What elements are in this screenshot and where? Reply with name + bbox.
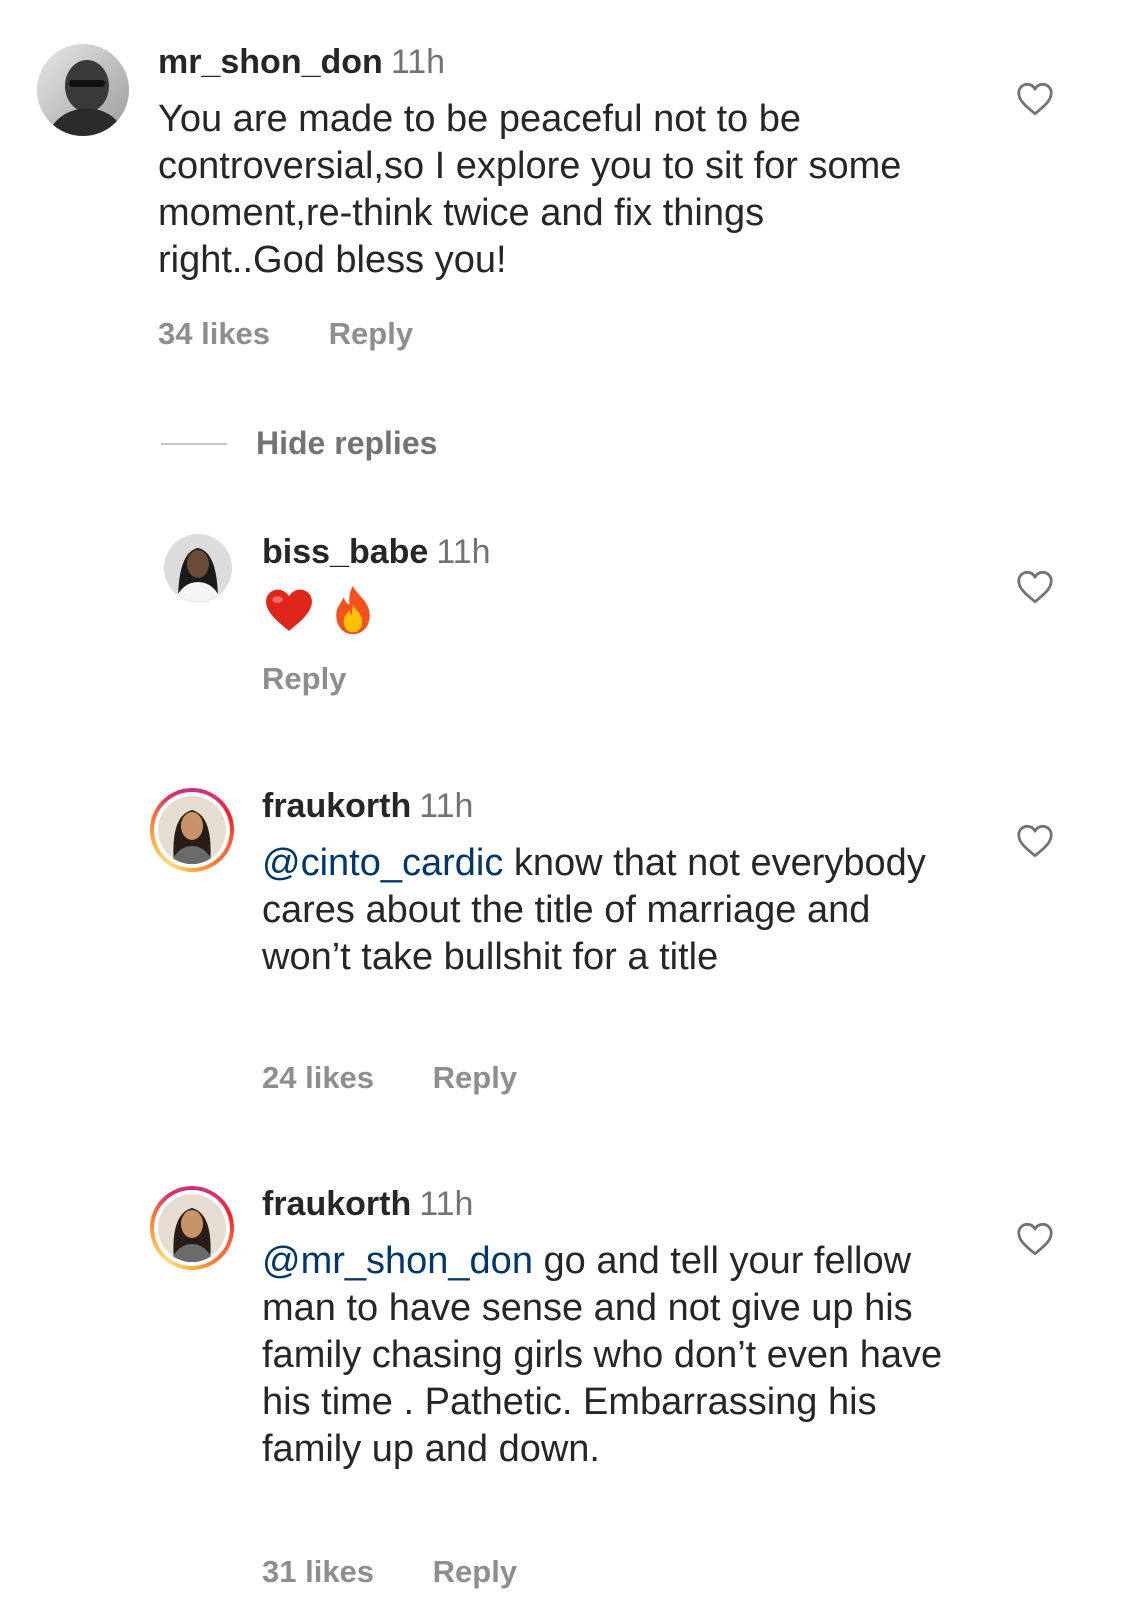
reply-button[interactable]: Reply [433,1060,517,1096]
avatar[interactable] [158,1194,226,1262]
comment-header: fraukorth 11h [262,1184,473,1224]
comment-text: @cinto_cardic know that not everybody ca… [262,840,962,981]
emoji-row [264,584,376,638]
username[interactable]: biss_babe [262,533,428,571]
comment-meta: Reply [262,661,346,697]
avatar[interactable] [158,796,226,864]
reply-button[interactable]: Reply [329,316,413,352]
red-heart-icon [266,589,312,631]
divider [161,443,227,445]
like-count[interactable]: 34 likes [158,316,270,352]
heart-outline-icon[interactable] [1016,1222,1054,1256]
comment-header: fraukorth 11h [262,786,473,826]
hide-replies-button[interactable]: Hide replies [256,424,437,462]
heart-outline-icon[interactable] [1016,570,1054,604]
username[interactable]: fraukorth [262,787,411,825]
mention-link[interactable]: @cinto_cardic [262,842,503,884]
reply-button[interactable]: Reply [262,661,346,697]
username[interactable]: fraukorth [262,1185,411,1223]
fire-icon [336,585,371,635]
reply-button[interactable]: Reply [433,1554,517,1590]
heart-outline-icon[interactable] [1016,82,1054,116]
comment-text: @mr_shon_don go and tell your fellow man… [262,1238,962,1473]
comment-meta: 34 likes Reply [158,316,413,352]
timestamp: 11h [419,787,474,825]
comment-text: You are made to be peaceful not to be co… [158,98,902,281]
timestamp: 11h [419,1185,474,1223]
like-count[interactable]: 31 likes [262,1554,374,1590]
story-ring[interactable] [150,788,234,872]
heart-outline-icon[interactable] [1016,824,1054,858]
comment-header: mr_shon_don 11h [158,42,445,82]
avatar[interactable] [37,44,129,136]
timestamp: 11h [390,43,446,81]
comment-header: biss_babe 11h [262,532,491,572]
story-ring[interactable] [150,1186,234,1270]
like-count[interactable]: 24 likes [262,1060,374,1096]
comment-meta: 24 likes Reply [262,1060,517,1096]
comment-meta: 31 likes Reply [262,1554,517,1590]
username[interactable]: mr_shon_don [158,43,383,81]
avatar[interactable] [164,534,232,602]
mention-link[interactable]: @mr_shon_don [262,1240,533,1282]
timestamp: 11h [436,533,491,571]
